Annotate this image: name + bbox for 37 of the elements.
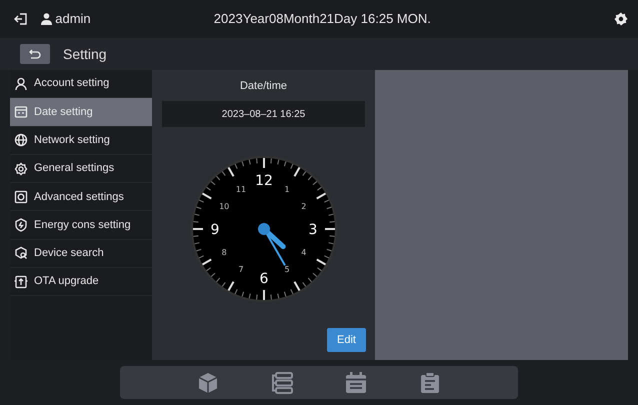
upload-icon — [14, 274, 28, 289]
back-arrow-icon — [29, 49, 41, 59]
globe-icon — [14, 133, 28, 148]
clock-numeral: 8 — [221, 248, 226, 257]
clock-numeral: 6 — [259, 271, 268, 287]
user-icon — [14, 76, 28, 91]
box-search-icon — [14, 246, 28, 260]
clock-numeral: 10 — [218, 202, 229, 211]
gear-icon — [14, 162, 28, 176]
cube-icon[interactable] — [197, 372, 219, 394]
shield-bolt-icon — [14, 218, 28, 232]
clock-numeral: 2 — [300, 202, 306, 211]
edit-button[interactable]: Edit — [327, 328, 366, 352]
clock-hands — [258, 223, 286, 266]
calendar-icon — [14, 104, 28, 119]
back-button[interactable] — [20, 44, 50, 64]
settings-icon[interactable] — [614, 12, 628, 26]
clipboard-icon[interactable] — [419, 372, 441, 394]
username: admin — [55, 10, 91, 28]
logout-icon[interactable] — [14, 12, 28, 26]
clock-numeral: 3 — [308, 222, 317, 238]
panel-title: Date/time — [240, 80, 288, 92]
gear-square-icon — [14, 190, 28, 204]
clock-numeral: 9 — [210, 222, 219, 238]
clock-numeral: 12 — [254, 173, 272, 189]
clock-numeral: 5 — [284, 264, 290, 274]
page-title: Setting — [63, 44, 107, 64]
user-icon — [41, 13, 52, 25]
calendar-icon[interactable] — [345, 372, 367, 394]
stacked-list-icon[interactable] — [271, 372, 293, 394]
clock-numeral: 11 — [235, 185, 246, 194]
date-time-text: 2023Year08Month21Day 16:25 MON. — [214, 11, 431, 26]
sidebar-item[interactable]: Date setting — [10, 98, 152, 127]
date-time-field[interactable]: 2023–08–21 16:25 — [162, 101, 365, 127]
clock-numeral: 7 — [238, 264, 244, 274]
clock-numeral: 1 — [284, 185, 290, 194]
clock-numeral: 4 — [300, 248, 306, 257]
